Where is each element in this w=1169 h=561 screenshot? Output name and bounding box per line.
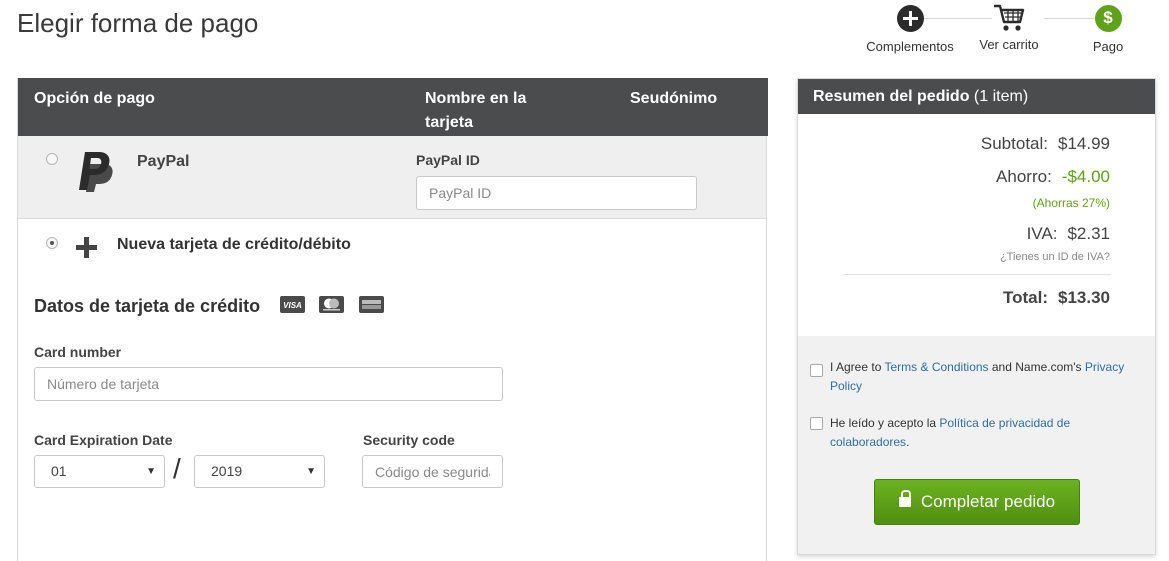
vat-value: $2.31 [1067, 224, 1110, 243]
header-alias: Seudónimo [630, 90, 718, 107]
total-label: Total: [1002, 288, 1048, 307]
step-label: Ver carrito [979, 37, 1039, 52]
partners-privacy-checkbox[interactable] [810, 417, 823, 430]
month-value: 01 [51, 463, 67, 479]
card-number-input[interactable] [34, 367, 503, 401]
partners-suffix: . [906, 435, 910, 449]
step-label: Pago [1092, 39, 1124, 54]
step-ver-carrito[interactable]: Ver carrito [969, 3, 1049, 52]
payment-table-header: Opción de pago Nombre en la tarjeta Seud… [18, 78, 768, 136]
chevron-down-icon: ▼ [146, 466, 156, 477]
terms-prefix: I Agree to [830, 360, 885, 374]
summary-title: Resumen del pedido [813, 88, 970, 105]
card-form-title: Datos de tarjeta de crédito [34, 296, 261, 316]
paypal-id-input[interactable] [416, 176, 697, 210]
svg-text:VISA: VISA [283, 301, 302, 310]
header-payment-option: Opción de pago [34, 90, 155, 107]
checkout-stepper: Complementos Ver carrito $ Pago [858, 3, 1134, 54]
step-label: Complementos [866, 39, 954, 54]
terms-middle: and Name.com's [988, 360, 1085, 374]
savings-percent-note: (Ahorras 27%) [1032, 196, 1110, 210]
cart-icon [994, 4, 1025, 31]
step-pago[interactable]: $ Pago [1086, 3, 1130, 54]
vat-row: IVA: $2.31 [1027, 224, 1110, 244]
step-complementos[interactable]: Complementos [858, 3, 962, 54]
savings-label: Ahorro: [996, 167, 1052, 186]
paypal-id-label: PayPal ID [416, 152, 480, 168]
security-code-label: Security code [363, 432, 455, 448]
plus-icon [76, 237, 97, 258]
subtotal-label: Subtotal: [980, 134, 1048, 153]
subtotal-row: Subtotal: $14.99 [981, 134, 1110, 154]
paypal-label: PayPal [137, 153, 190, 170]
lock-icon [898, 490, 911, 508]
payment-options-panel: Opción de pago Nombre en la tarjeta Seud… [17, 78, 768, 561]
summary-header: Resumen del pedido (1 item) [798, 79, 1155, 114]
security-code-input[interactable] [362, 455, 503, 488]
savings-row: Ahorro: -$4.00 [996, 167, 1110, 187]
summary-totals: Subtotal: $14.99 Ahorro: -$4.00 (Ahorras 2… [798, 114, 1155, 336]
savings-value: -$4.00 [1061, 167, 1110, 186]
header-card-name: Nombre en la tarjeta [425, 90, 527, 131]
terms-checkbox[interactable] [810, 364, 823, 377]
year-value: 2019 [211, 463, 243, 479]
new-card-option-label[interactable]: Nueva tarjeta de crédito/débito [117, 236, 351, 254]
total-row: Total: $13.30 [1003, 288, 1110, 308]
terms-text: I Agree to Terms & Conditions and Name.c… [830, 358, 1130, 396]
card-number-label: Card number [34, 344, 122, 360]
dollar-circle-icon: $ [1094, 5, 1122, 32]
expiration-year-select[interactable]: 2019 ▼ [194, 455, 325, 488]
page-title: Elegir forma de pago [17, 8, 259, 38]
partners-prefix: He leído y acepto la [830, 416, 940, 430]
paypal-radio[interactable] [46, 153, 58, 165]
amex-icon [359, 296, 384, 313]
summary-item-count: (1 item) [973, 88, 1029, 105]
chevron-down-icon: ▼ [306, 466, 316, 477]
plus-circle-icon [896, 5, 924, 32]
complete-order-label: Completar pedido [920, 492, 1056, 511]
mastercard-icon [319, 296, 344, 313]
complete-order-button[interactable]: Completar pedido [874, 479, 1080, 525]
total-value: $13.30 [1058, 288, 1110, 307]
vat-label: IVA: [1026, 224, 1058, 243]
expiration-month-select[interactable]: 01 ▼ [34, 455, 165, 488]
paypal-option-row[interactable]: PayPal PayPal ID [18, 136, 766, 219]
order-summary-panel: Resumen del pedido (1 item) Subtotal: $14… [797, 78, 1156, 555]
visa-icon: VISA [280, 296, 305, 313]
paypal-logo-icon [79, 152, 113, 192]
summary-divider [843, 274, 1111, 275]
subtotal-value: $14.99 [1058, 134, 1110, 153]
vat-id-link[interactable]: ¿Tienes un ID de IVA? [1000, 251, 1110, 263]
partners-privacy-text: He leído y acepto la Política de privaci… [830, 414, 1130, 452]
new-card-radio[interactable] [46, 237, 58, 249]
date-separator: / [173, 453, 181, 484]
terms-conditions-link[interactable]: Terms & Conditions [885, 360, 989, 374]
expiration-label: Card Expiration Date [34, 432, 173, 448]
